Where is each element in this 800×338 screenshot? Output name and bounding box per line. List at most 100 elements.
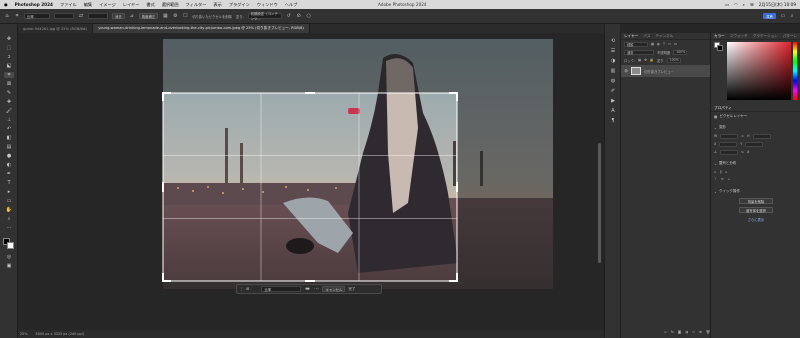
hue-slider[interactable] — [793, 42, 797, 100]
align-header[interactable]: ⌄ 整列と分布 — [711, 159, 800, 168]
eraser-tool-icon[interactable]: ◧ — [4, 135, 14, 141]
document-info[interactable]: 5000 px x 3333 px (240 ppi) — [36, 332, 84, 336]
libraries-icon[interactable]: ▥ — [608, 68, 618, 74]
lasso-tool-icon[interactable]: ↄ — [4, 54, 14, 60]
filter-type-icon[interactable]: T — [663, 42, 665, 46]
menu-layer[interactable]: レイヤー — [123, 2, 140, 8]
layer-row[interactable]: 👁 切り抜きプレビュー — [621, 65, 710, 77]
shape-tool-icon[interactable]: ▭ — [4, 198, 14, 204]
filter-pixel-icon[interactable]: ▦ — [651, 42, 654, 46]
visibility-eye-icon[interactable]: 👁 — [624, 69, 628, 73]
tab-patterns[interactable]: パターン — [783, 34, 797, 39]
tab-channels[interactable]: チャンネル — [655, 34, 673, 39]
crop-commit-button[interactable]: 完了 — [348, 287, 355, 292]
battery-icon[interactable]: ▭ — [725, 2, 729, 7]
y-field[interactable] — [745, 141, 764, 147]
delete-cropped-checkbox[interactable]: ☐ — [182, 13, 188, 19]
menu-select[interactable]: 選択範囲 — [162, 2, 179, 8]
adjustments-icon[interactable]: ◑ — [608, 58, 618, 64]
crop-size-icon[interactable]: ▬ — [304, 286, 310, 292]
tab-young-woman[interactable]: young-woman-drinking-lemonade-and-overlo… — [93, 24, 310, 33]
link-layers-icon[interactable]: ∞ — [664, 330, 667, 334]
filter-shape-icon[interactable]: ▭ — [668, 42, 671, 46]
workspace-icon[interactable]: ▭ — [780, 13, 786, 19]
settings-gear-icon[interactable]: ⚙ — [172, 13, 178, 19]
mask-icon[interactable]: ◙ — [678, 330, 681, 334]
width-field[interactable] — [720, 133, 739, 139]
zoom-tool-icon[interactable]: ⌕ — [4, 216, 14, 222]
properties-icon[interactable]: ☰ — [608, 48, 618, 54]
align-top-icon[interactable]: ⊤ — [714, 177, 717, 181]
quick-mask-icon[interactable]: ◎ — [4, 254, 14, 260]
character-icon[interactable]: A — [608, 108, 618, 114]
path-select-tool-icon[interactable]: ▸ — [4, 189, 14, 195]
layer-name[interactable]: 切り抜きプレビュー — [644, 69, 674, 74]
blur-tool-icon[interactable]: ● — [4, 153, 14, 159]
tab-properties[interactable]: プロパティ — [714, 106, 732, 111]
marquee-tool-icon[interactable]: ⬚ — [4, 45, 14, 51]
context-menu-icon[interactable]: ⋮ — [240, 287, 244, 291]
lock-pixels-icon[interactable]: ▦ — [638, 58, 641, 62]
fill-field[interactable]: 100% — [666, 57, 681, 63]
menu-help[interactable]: ヘルプ — [285, 2, 298, 8]
fx-icon[interactable]: fx — [671, 330, 674, 334]
menu-edit[interactable]: 編集 — [84, 2, 92, 8]
canvas-area[interactable]: ⋮ ⊞ 比率 ▬ ⋯ キャンセル 完了 — [18, 33, 604, 330]
frame-tool-icon[interactable]: ⊠ — [4, 81, 14, 87]
adjustment-layer-icon[interactable]: ◑ — [685, 330, 688, 334]
link-wh-icon[interactable]: ∞ — [741, 134, 744, 138]
new-layer-icon[interactable]: ⊞ — [699, 330, 702, 334]
align-middle-icon[interactable]: ⊝ — [721, 177, 724, 181]
crop-tool-active-icon[interactable]: ⌗ — [4, 72, 14, 78]
menu-app[interactable]: Photoshop 2024 — [15, 2, 53, 7]
transform-header[interactable]: ⌄ 変形 — [711, 123, 800, 132]
menubar-clock[interactable]: 2月15日(木) 10:09 — [759, 2, 796, 8]
align-bottom-icon[interactable]: ⊥ — [728, 177, 731, 181]
dodge-tool-icon[interactable]: ◐ — [4, 162, 14, 168]
ratio-height-field[interactable] — [88, 13, 108, 19]
menu-type[interactable]: 書式 — [146, 2, 154, 8]
lock-position-icon[interactable]: ✥ — [644, 58, 647, 62]
clear-button[interactable]: 消去 — [112, 13, 125, 19]
menu-filter[interactable]: フィルター — [186, 2, 207, 8]
menu-file[interactable]: ファイル — [60, 2, 77, 8]
tab-guitar[interactable]: guitar-944261.jpg @ 25% (RGB/8#) — [18, 24, 94, 33]
tab-layers[interactable]: レイヤー — [624, 34, 638, 39]
menu-view[interactable]: 表示 — [213, 2, 221, 8]
straighten-icon[interactable]: ⊿ — [129, 13, 135, 19]
healing-brush-icon[interactable]: ✚ — [4, 99, 14, 105]
color-bg-swatch[interactable] — [717, 45, 723, 51]
tab-color[interactable]: カラー — [714, 34, 725, 39]
wifi-icon[interactable]: ◠ — [734, 2, 738, 7]
commit-crop-icon[interactable]: ○ — [306, 13, 312, 19]
object-select-tool-icon[interactable]: ⬕ — [4, 63, 14, 69]
home-icon[interactable]: ⌂ — [4, 13, 10, 19]
brush-settings-icon[interactable]: ✐ — [608, 88, 618, 94]
crop-cancel-button[interactable]: キャンセル — [322, 286, 346, 292]
gradient-tool-icon[interactable]: ▤ — [4, 144, 14, 150]
crop-tool-icon[interactable]: ⌗ — [14, 13, 20, 19]
styles-icon[interactable]: ◍ — [608, 78, 618, 84]
search-panel-icon[interactable]: ⌕ — [789, 13, 795, 19]
tab-gradients[interactable]: グラデーション — [753, 34, 778, 39]
paragraph-icon[interactable]: ¶ — [608, 118, 618, 124]
height-field[interactable] — [752, 133, 771, 139]
group-icon[interactable]: ▭ — [692, 330, 695, 334]
background-color-swatch[interactable] — [7, 242, 14, 249]
filter-adjust-icon[interactable]: ◐ — [657, 42, 660, 46]
pen-tool-icon[interactable]: ✒ — [4, 171, 14, 177]
stamp-tool-icon[interactable]: ⊥ — [4, 117, 14, 123]
align-left-icon[interactable]: ⫷ — [714, 170, 716, 174]
flip-h-icon[interactable]: ⇋ — [741, 150, 744, 154]
menu-plugins[interactable]: プラグイン — [229, 2, 250, 8]
menu-window[interactable]: ウィンドウ — [257, 2, 278, 8]
show-more-link[interactable]: さらに表示 — [739, 216, 773, 222]
ratio-select[interactable]: 比率 — [24, 13, 50, 19]
remove-background-button[interactable]: 背景を削除 — [739, 198, 773, 204]
search-icon[interactable]: ⌕ — [743, 2, 745, 7]
brush-tool-icon[interactable]: 🖌 — [4, 108, 14, 114]
tab-paths[interactable]: パス — [643, 34, 650, 39]
align-right-icon[interactable]: ⫸ — [725, 170, 727, 174]
menu-image[interactable]: イメージ — [99, 2, 116, 8]
cancel-crop-icon[interactable]: ⊘ — [296, 13, 302, 19]
